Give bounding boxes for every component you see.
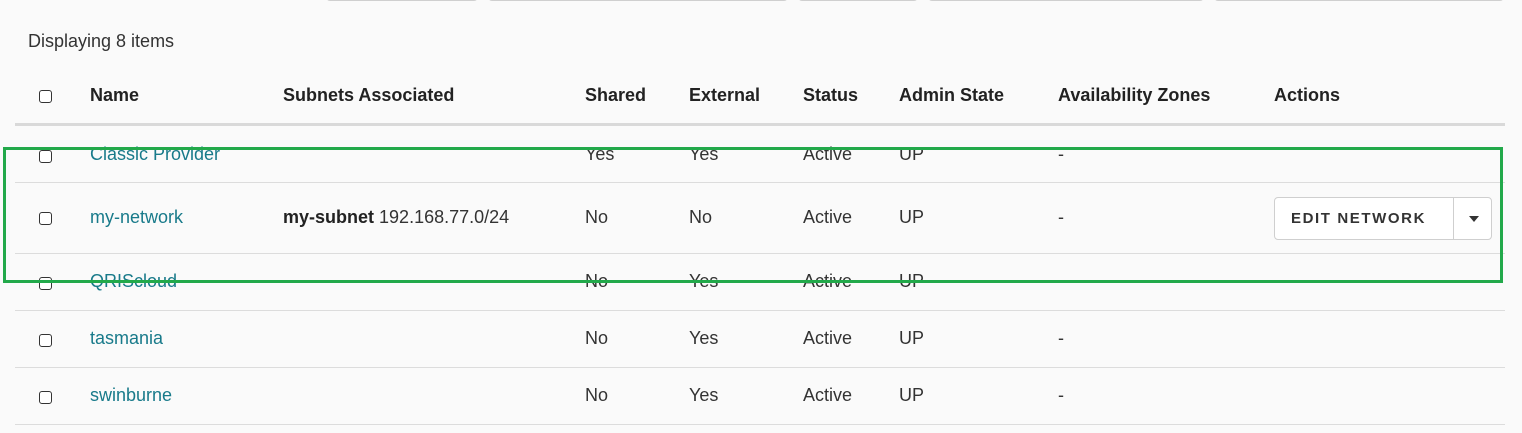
row-checkbox[interactable] xyxy=(39,150,52,163)
network-name-link[interactable]: Classic Provider xyxy=(90,144,220,165)
status-value: Active xyxy=(803,328,853,348)
table-row xyxy=(15,126,1505,183)
row-checkbox[interactable] xyxy=(39,391,52,404)
shared-value: No xyxy=(585,385,609,405)
zones-value: - xyxy=(1058,144,1064,164)
admin-state-value: UP xyxy=(899,207,925,227)
item-count: Displaying 8 items xyxy=(28,31,175,51)
header-subnets: Subnets Associated xyxy=(283,85,455,105)
table-row xyxy=(15,254,1505,311)
subnet-cidr: 192.168.77.0/24 xyxy=(379,207,510,227)
network-name-link[interactable]: swinburne xyxy=(90,385,172,406)
external-value: Yes xyxy=(689,144,719,164)
zones-value: - xyxy=(1058,328,1064,348)
select-all-checkbox[interactable] xyxy=(39,90,52,103)
external-value: No xyxy=(689,207,713,227)
status-value: Active xyxy=(803,144,853,164)
edit-network-button-group: EDIT NETWORK xyxy=(1274,197,1492,240)
shared-value: Yes xyxy=(585,144,615,164)
table-row xyxy=(15,368,1505,425)
shared-value: No xyxy=(585,271,609,291)
subnet-name: my-subnet xyxy=(283,207,375,227)
header-external[interactable]: External xyxy=(689,85,760,106)
shared-value: No xyxy=(585,207,609,227)
network-name-link[interactable]: QRIScloud xyxy=(90,271,177,292)
header-actions: Actions xyxy=(1274,85,1341,105)
chevron-down-icon[interactable] xyxy=(1469,216,1479,222)
header-status[interactable]: Status xyxy=(803,85,858,106)
external-value: Yes xyxy=(689,271,719,291)
status-value: Active xyxy=(803,271,853,291)
networks-table-page: Displaying 8 items Name Subnets Associat… xyxy=(0,0,1522,433)
button-divider xyxy=(1453,198,1454,239)
status-value: Active xyxy=(803,207,853,227)
network-name-link[interactable]: my-network xyxy=(90,207,183,228)
external-value: Yes xyxy=(689,328,719,348)
admin-state-value: UP xyxy=(899,385,925,405)
admin-state-value: UP xyxy=(899,271,925,291)
subnet-entry: my-subnet 192.168.77.0/24 xyxy=(283,207,509,228)
row-checkbox[interactable] xyxy=(39,277,52,290)
table-row xyxy=(15,311,1505,368)
admin-state-value: UP xyxy=(899,328,925,348)
header-name[interactable]: Name xyxy=(90,85,139,106)
header-availability-zones[interactable]: Availability Zones xyxy=(1058,85,1210,106)
header-admin-state[interactable]: Admin State xyxy=(899,85,1004,106)
row-checkbox[interactable] xyxy=(39,334,52,347)
zones-value: - xyxy=(1058,207,1064,227)
status-value: Active xyxy=(803,385,853,405)
network-name-link[interactable]: tasmania xyxy=(90,328,163,349)
toolbar-button-2[interactable] xyxy=(488,0,788,1)
toolbar-button-5[interactable] xyxy=(1214,0,1504,1)
admin-state-value: UP xyxy=(899,144,925,164)
toolbar-button-1[interactable] xyxy=(326,0,478,1)
toolbar-button-4[interactable] xyxy=(928,0,1204,1)
toolbar-button-3[interactable] xyxy=(798,0,918,1)
external-value: Yes xyxy=(689,385,719,405)
zones-value: - xyxy=(1058,385,1064,405)
shared-value: No xyxy=(585,328,609,348)
edit-network-button[interactable]: EDIT NETWORK xyxy=(1291,210,1426,227)
row-checkbox[interactable] xyxy=(39,212,52,225)
header-shared[interactable]: Shared xyxy=(585,85,646,106)
